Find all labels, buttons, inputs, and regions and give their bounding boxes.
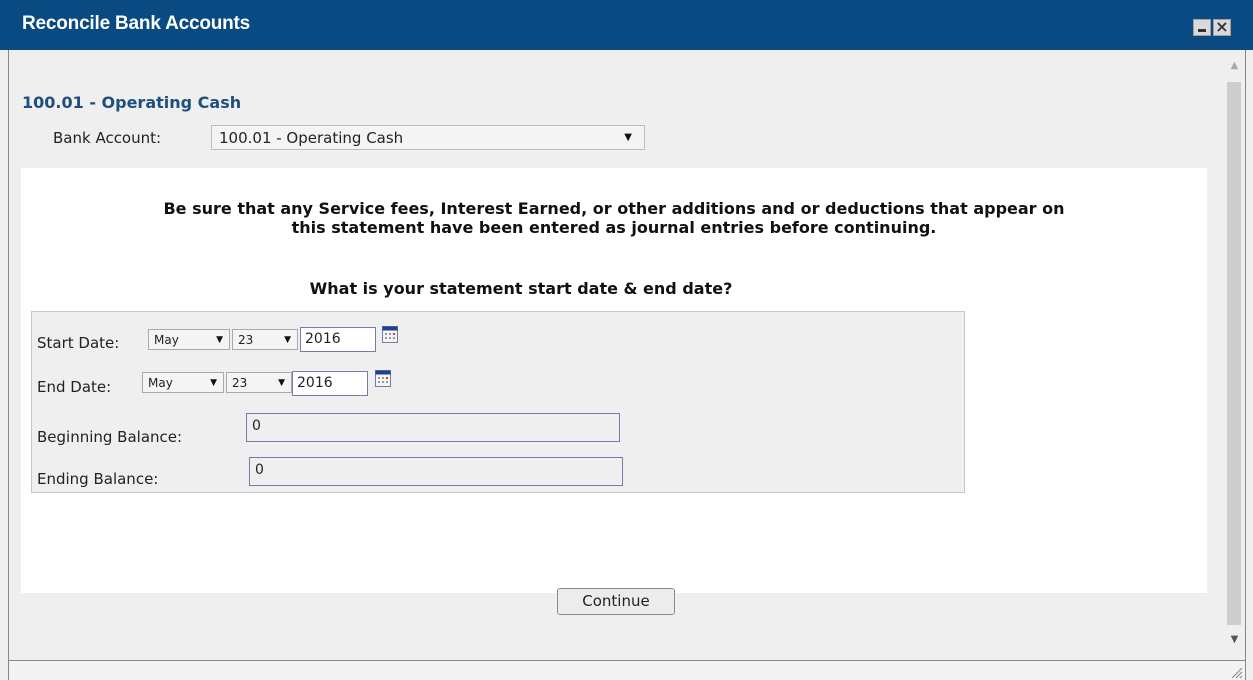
scroll-up-icon[interactable]: ▲ [1224,60,1245,76]
scroll-thumb[interactable] [1227,82,1241,625]
vertical-scrollbar[interactable]: ▲ ▼ [1224,50,1245,660]
start-year-input[interactable]: 2016 [300,327,376,352]
bank-account-label: Bank Account: [53,129,162,147]
minimize-button[interactable] [1193,19,1211,36]
calendar-icon[interactable] [375,370,391,387]
minimize-icon [1198,29,1206,32]
start-day-select[interactable]: 23 ▼ [232,329,298,350]
start-date-label: Start Date: [37,334,120,352]
account-heading: 100.01 - Operating Cash [22,93,242,112]
date-question: What is your statement start date & end … [309,279,733,298]
reconcile-panel: Be sure that any Service fees, Interest … [21,168,1207,615]
calendar-icon[interactable] [382,326,398,343]
end-date-label: End Date: [37,378,112,396]
window-title: Reconcile Bank Accounts [22,13,251,34]
warning-line-2: this statement have been entered as jour… [291,218,937,237]
start-day-value: 23 [238,333,254,347]
resize-grip-icon[interactable] [1229,665,1243,679]
end-day-select[interactable]: 23 ▼ [226,372,292,393]
instructions-warning: Be sure that any Service fees, Interest … [21,199,1207,237]
chevron-down-icon: ▼ [278,378,285,388]
window-body: 100.01 - Operating Cash Bank Account: 10… [8,50,1246,660]
beginning-balance-input[interactable]: 0 [246,413,620,442]
close-icon: × [1215,17,1229,36]
warning-line-1: Be sure that any Service fees, Interest … [163,199,1065,218]
status-bar [8,660,1246,680]
ending-balance-input[interactable]: 0 [249,457,623,486]
content-area: 100.01 - Operating Cash Bank Account: 10… [9,50,1224,660]
statement-dates-box: Start Date: May ▼ 23 ▼ 2016 End Date: Ma… [31,311,965,493]
chevron-down-icon: ▼ [624,132,632,143]
end-month-select[interactable]: May ▼ [142,372,224,393]
close-button[interactable]: × [1213,17,1231,36]
chevron-down-icon: ▼ [210,378,217,388]
start-month-select[interactable]: May ▼ [148,329,230,350]
end-day-value: 23 [232,376,248,390]
bank-account-value: 100.01 - Operating Cash [219,129,404,147]
bank-account-select[interactable]: 100.01 - Operating Cash ▼ [211,125,645,150]
title-bar[interactable]: Reconcile Bank Accounts × [0,0,1253,50]
end-year-input[interactable]: 2016 [292,371,368,396]
ending-balance-label: Ending Balance: [37,470,159,488]
start-month-value: May [154,333,179,347]
continue-button[interactable]: Continue [557,588,675,615]
end-month-value: May [148,376,173,390]
beginning-balance-label: Beginning Balance: [37,428,183,446]
reconcile-window: Reconcile Bank Accounts × 100.01 - Opera… [0,0,1253,680]
scroll-down-icon[interactable]: ▼ [1224,634,1245,650]
chevron-down-icon: ▼ [284,335,291,345]
chevron-down-icon: ▼ [216,335,223,345]
